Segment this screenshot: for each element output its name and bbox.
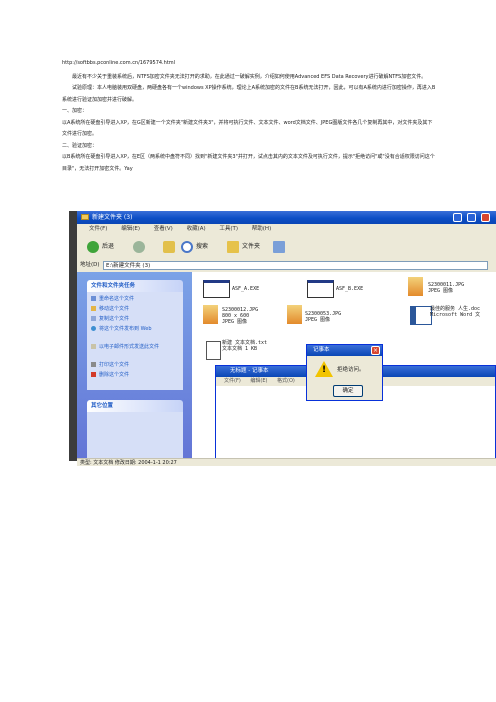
task-email[interactable]: 以电子邮件形式发送此文件 bbox=[91, 344, 177, 350]
dialog-titlebar: 记事本 × bbox=[307, 345, 382, 356]
ok-button[interactable]: 确定 bbox=[333, 385, 363, 397]
word-document-icon bbox=[410, 306, 432, 325]
menu-tools[interactable]: 工具(T) bbox=[219, 224, 238, 235]
menu-help[interactable]: 帮助(H) bbox=[252, 224, 271, 235]
folders-icon bbox=[227, 240, 239, 253]
notepad-menu-edit[interactable]: 编辑(E) bbox=[250, 378, 267, 384]
notepad-menu-file[interactable]: 文件(F) bbox=[224, 378, 241, 384]
up-folder-icon bbox=[163, 240, 175, 253]
image-thumbnail-icon bbox=[287, 305, 302, 324]
views-button[interactable] bbox=[273, 240, 288, 254]
notepad-menu-format[interactable]: 格式(O) bbox=[277, 378, 295, 384]
article: http://softbbs.pconline.com.cn/1679574.h… bbox=[62, 58, 437, 175]
up-folder-button[interactable] bbox=[163, 240, 178, 254]
image-thumbnail-icon bbox=[408, 277, 423, 296]
task-rename[interactable]: 重命名这个文件 bbox=[91, 296, 177, 302]
forward-button[interactable] bbox=[133, 240, 148, 254]
intro-paragraph: 最近有不少关于重装系统后，NTFS加密文件夹无法打开的求助，在此通过一破解实例，… bbox=[72, 73, 427, 80]
screenshot-edge bbox=[69, 211, 77, 461]
file-item[interactable]: ASF_A.EXE bbox=[232, 286, 259, 292]
folders-button[interactable]: 文件夹 bbox=[227, 240, 260, 254]
window-title: 新建文件夹 (3) bbox=[92, 214, 133, 221]
image-thumbnail-icon bbox=[203, 305, 218, 324]
exe-icon bbox=[307, 280, 334, 298]
address-bar: 地址(D) E:\新建文件夹 (3) bbox=[77, 259, 496, 272]
section2-title: 二、验证加密： bbox=[62, 142, 98, 149]
back-arrow-icon bbox=[87, 240, 99, 253]
task-delete[interactable]: 删除这个文件 bbox=[91, 372, 177, 378]
task-publish-web[interactable]: 将这个文件发布到 Web bbox=[91, 326, 177, 332]
explorer-screenshot: 新建文件夹 (3) 文件(F) 编辑(E) 查看(V) 收藏(A) 工具(T) … bbox=[77, 211, 496, 466]
address-label: 地址(D) bbox=[80, 262, 100, 268]
other-places-body bbox=[87, 412, 183, 458]
views-icon bbox=[273, 240, 285, 253]
principle-paragraph: 试验原理：本人电脑装用双硬盘，两硬盘各有一个windows XP操作系统，理论上… bbox=[62, 85, 436, 103]
source-url[interactable]: http://softbbs.pconline.com.cn/1679574.h… bbox=[62, 58, 437, 70]
file-item-selected[interactable]: 新建 文本文档.txt 文本文档 1 KB bbox=[222, 340, 268, 352]
menubar: 文件(F) 编辑(E) 查看(V) 收藏(A) 工具(T) 帮助(H) bbox=[77, 224, 496, 235]
section1-title: 一、加密： bbox=[62, 108, 88, 114]
exe-icon bbox=[203, 280, 230, 298]
other-places-header[interactable]: 其它位置 bbox=[87, 400, 183, 412]
explorer-titlebar: 新建文件夹 (3) bbox=[77, 211, 496, 224]
section1-body: 以A系统所在硬盘引导进入XP，在G区新建一个文件夹"新建文件夹3"，并将可执行文… bbox=[62, 119, 433, 138]
warning-icon bbox=[315, 361, 333, 377]
task-pane: 文件和文件夹任务 重命名这个文件 移动这个文件 复制这个文件 将这个文件发布到 … bbox=[77, 272, 192, 458]
forward-arrow-icon bbox=[133, 240, 145, 253]
menu-view[interactable]: 查看(V) bbox=[154, 224, 173, 235]
maximize-icon[interactable] bbox=[467, 213, 476, 222]
minimize-icon[interactable] bbox=[453, 213, 462, 222]
close-icon[interactable] bbox=[481, 213, 490, 222]
file-item[interactable]: 最佳的服务 人生.doc Microsoft Word 文 bbox=[430, 306, 480, 318]
search-button[interactable]: 搜索 bbox=[181, 240, 208, 254]
task-copy[interactable]: 复制这个文件 bbox=[91, 316, 177, 322]
file-item[interactable]: ASF_B.EXE bbox=[336, 286, 363, 292]
toolbar: 后退 搜索 文件夹 bbox=[77, 235, 496, 260]
task-move[interactable]: 移动这个文件 bbox=[91, 306, 177, 312]
menu-favorites[interactable]: 收藏(A) bbox=[187, 224, 206, 235]
error-dialog: 记事本× 拒绝访问。 确定 bbox=[306, 344, 383, 401]
file-tasks-body: 重命名这个文件 移动这个文件 复制这个文件 将这个文件发布到 Web 以电子邮件… bbox=[87, 292, 183, 390]
section2-body: 以B系统所在硬盘引导进入XP，在E区（两系统中盘符不同）找到"新建文件夹3"并打… bbox=[62, 154, 435, 172]
menu-file[interactable]: 文件(F) bbox=[89, 224, 107, 235]
close-icon[interactable]: × bbox=[371, 346, 380, 355]
menu-edit[interactable]: 编辑(E) bbox=[121, 224, 140, 235]
file-tasks-header[interactable]: 文件和文件夹任务 bbox=[87, 280, 183, 292]
task-print[interactable]: 打印这个文件 bbox=[91, 362, 177, 368]
file-item[interactable]: S2300011.JPG JPEG 图像 bbox=[428, 282, 464, 294]
file-item[interactable]: S2300053.JPG JPEG 图像 bbox=[305, 311, 341, 323]
back-button[interactable]: 后退 bbox=[87, 240, 114, 254]
text-file-icon bbox=[206, 341, 221, 360]
dialog-message: 拒绝访问。 bbox=[337, 367, 365, 373]
folder-icon bbox=[81, 214, 89, 220]
search-icon bbox=[181, 240, 193, 253]
file-item[interactable]: S2300012.JPG 800 x 600 JPEG 图像 bbox=[222, 307, 258, 325]
address-input[interactable]: E:\新建文件夹 (3) bbox=[103, 261, 488, 270]
status-bar: 类型: 文本文档 修改日期: 2004-1-1 20:27 bbox=[77, 458, 496, 466]
